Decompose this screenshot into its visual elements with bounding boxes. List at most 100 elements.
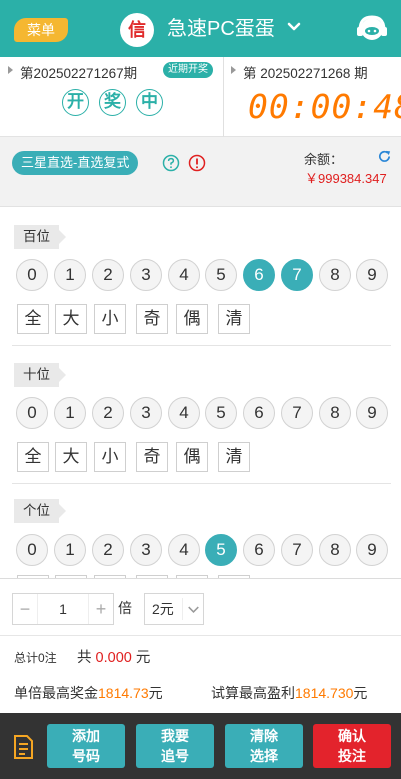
digit-ball[interactable]: 2 [92,397,124,429]
digit-ball[interactable]: 3 [130,534,162,566]
result-ball: 开 [62,89,89,116]
play-type-button[interactable]: 三星直选-直选复式 [12,151,139,175]
bet-list-icon[interactable] [12,734,34,760]
digit-ball[interactable]: 0 [16,259,48,291]
customer-service-icon[interactable] [355,12,389,46]
next-period-suffix: 期 [354,66,368,81]
quick-select-small[interactable]: 小 [94,442,126,472]
digit-ball[interactable]: 4 [168,259,200,291]
digit-ball[interactable]: 2 [92,534,124,566]
balance-value: ￥999384.347 [305,171,387,186]
digit-ball[interactable]: 0 [16,534,48,566]
digit-ball[interactable]: 9 [356,397,388,429]
multiple-input[interactable]: 1 [37,594,89,624]
digit-ball[interactable]: 6 [243,534,275,566]
alert-icon[interactable] [188,154,206,172]
game-title[interactable]: 急速PC蛋蛋 [167,16,275,42]
digit-ball[interactable]: 5 [205,259,237,291]
max-profit-unit: 元 [353,685,368,701]
section-units: 个位 0 1 2 3 4 5 6 7 8 9 全 大 小 奇 偶 清 [0,485,401,578]
countdown-timer: 00:00:48 [248,87,401,126]
max-prize-unit: 元 [148,685,163,701]
chase-number-label-1: 我要 [161,728,189,744]
clear-selection-button[interactable]: 清除 选择 [225,724,303,768]
section-divider [12,345,391,346]
divider [0,635,401,636]
add-number-label-2: 号码 [72,748,100,764]
digit-ball[interactable]: 3 [130,259,162,291]
quick-select-even[interactable]: 偶 [176,304,208,334]
digit-ball[interactable]: 8 [319,259,351,291]
multiple-unit-label: 倍 [118,600,132,616]
quick-select-big[interactable]: 大 [55,442,87,472]
add-number-button[interactable]: 添加 号码 [47,724,125,768]
digit-ball[interactable]: 8 [319,397,351,429]
max-profit-value: 1814.730 [295,685,354,701]
play-type-bar: 三星直选-直选复式 余额： ￥999384.347 [0,137,401,207]
digit-ball[interactable]: 4 [168,397,200,429]
digit-ball[interactable]: 6 [243,397,275,429]
quick-select-all[interactable]: 全 [17,442,49,472]
digit-ball[interactable]: 1 [54,259,86,291]
digit-ball-selected[interactable]: 5 [205,534,237,566]
digit-ball[interactable]: 7 [281,397,313,429]
quick-select-small[interactable]: 小 [94,304,126,334]
chevron-down-icon[interactable] [285,18,303,36]
quick-select-odd[interactable]: 奇 [136,442,168,472]
digit-ball[interactable]: 2 [92,259,124,291]
result-ball: 中 [136,89,163,116]
triangle-icon [8,66,13,74]
digit-ball[interactable]: 4 [168,534,200,566]
position-label: 十位 [14,363,66,387]
digit-ball[interactable]: 9 [356,259,388,291]
quick-select-odd[interactable]: 奇 [136,304,168,334]
digit-ball[interactable]: 3 [130,397,162,429]
refresh-icon[interactable] [377,149,392,164]
quick-select-all[interactable]: 全 [17,304,49,334]
quick-select-big[interactable]: 大 [55,304,87,334]
digit-ball[interactable]: 0 [16,397,48,429]
total-prefix: 共 [77,650,92,666]
digit-ball[interactable]: 9 [356,534,388,566]
result-ball: 奖 [99,89,126,116]
chase-number-label-2: 追号 [161,748,189,764]
triangle-icon [231,66,236,74]
next-period-prefix: 第 [243,66,257,81]
quick-select-even[interactable]: 偶 [176,442,208,472]
confirm-bet-button[interactable]: 确认 投注 [313,724,391,768]
recent-draws-badge[interactable]: 近期开奖 [163,62,213,78]
app-header: 菜单 信 急速PC蛋蛋 [0,0,401,57]
chase-number-button[interactable]: 我要 追号 [136,724,214,768]
previous-period: 第202502271267期 [20,66,138,81]
confirm-bet-label-1: 确认 [338,728,366,744]
position-label: 百位 [14,225,66,249]
increase-button[interactable]: + [89,594,113,624]
digit-ball[interactable]: 8 [319,534,351,566]
draw-info: 第202502271267期 近期开奖 开 奖 中 第 202502271268… [0,57,401,137]
digit-ball[interactable]: 5 [205,397,237,429]
quick-select-clear[interactable]: 清 [218,442,250,472]
balance-label: 余额： [304,152,344,167]
position-label: 个位 [14,499,66,523]
multiple-stepper: − 1 + [12,593,114,625]
digit-ball[interactable]: 1 [54,397,86,429]
unit-value: 2元 [152,601,174,617]
confirm-bet-label-2: 投注 [338,748,366,764]
clear-selection-label-2: 选择 [250,748,278,764]
quick-select-clear[interactable]: 清 [218,304,250,334]
game-logo: 信 [120,13,154,47]
decrease-button[interactable]: − [13,594,37,624]
digit-ball-selected[interactable]: 7 [281,259,313,291]
section-tens: 十位 0 1 2 3 4 5 6 7 8 9 全 大 小 奇 偶 清 [0,347,401,487]
section-divider [12,483,391,484]
unit-select[interactable]: 2元 [144,593,204,625]
add-number-label-1: 添加 [72,728,100,744]
digit-ball-selected[interactable]: 6 [243,259,275,291]
digit-ball[interactable]: 1 [54,534,86,566]
max-prize-label: 单倍最高奖金 [14,685,98,701]
previous-draw[interactable]: 第202502271267期 近期开奖 开 奖 中 [0,57,224,137]
menu-button[interactable]: 菜单 [14,18,68,42]
digit-ball[interactable]: 7 [281,534,313,566]
total-amount-line: 共 0.000 元 [77,646,150,667]
help-icon[interactable] [162,154,180,172]
